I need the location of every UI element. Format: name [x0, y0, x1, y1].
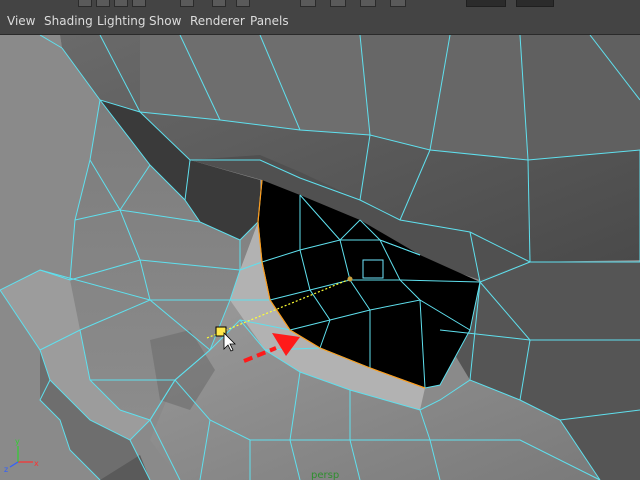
menu-renderer[interactable]: Renderer: [190, 14, 245, 28]
toolbar-button[interactable]: [180, 0, 194, 7]
toolbar-button[interactable]: [114, 0, 128, 7]
toolbar-field[interactable]: [516, 0, 554, 7]
toolbar-button[interactable]: [360, 0, 376, 7]
viewport-menu-bar: View Shading Lighting Show Renderer Pane…: [0, 10, 640, 35]
camera-label: persp: [311, 470, 339, 480]
menu-panels[interactable]: Panels: [250, 14, 289, 28]
toolbar-button[interactable]: [300, 0, 316, 7]
toolbar-button[interactable]: [96, 0, 110, 7]
menu-shading[interactable]: Shading: [44, 14, 93, 28]
toolbar-button[interactable]: [78, 0, 92, 7]
3d-viewport[interactable]: x y z persp: [0, 35, 640, 480]
toolbar-button[interactable]: [132, 0, 146, 7]
toolbar-button[interactable]: [390, 0, 406, 7]
axis-y-label: y: [15, 437, 20, 446]
toolbar-button[interactable]: [236, 0, 250, 7]
toolbar-button[interactable]: [212, 0, 226, 7]
head-mesh[interactable]: [0, 35, 640, 480]
menu-view[interactable]: View: [7, 14, 35, 28]
menu-lighting[interactable]: Lighting: [97, 14, 146, 28]
toolbar-button[interactable]: [330, 0, 346, 7]
menu-show[interactable]: Show: [149, 14, 181, 28]
toolbar-field[interactable]: [466, 0, 506, 7]
axis-z-label: z: [4, 465, 8, 474]
axis-x-label: x: [34, 459, 39, 468]
toolbar-strip: [0, 0, 640, 10]
